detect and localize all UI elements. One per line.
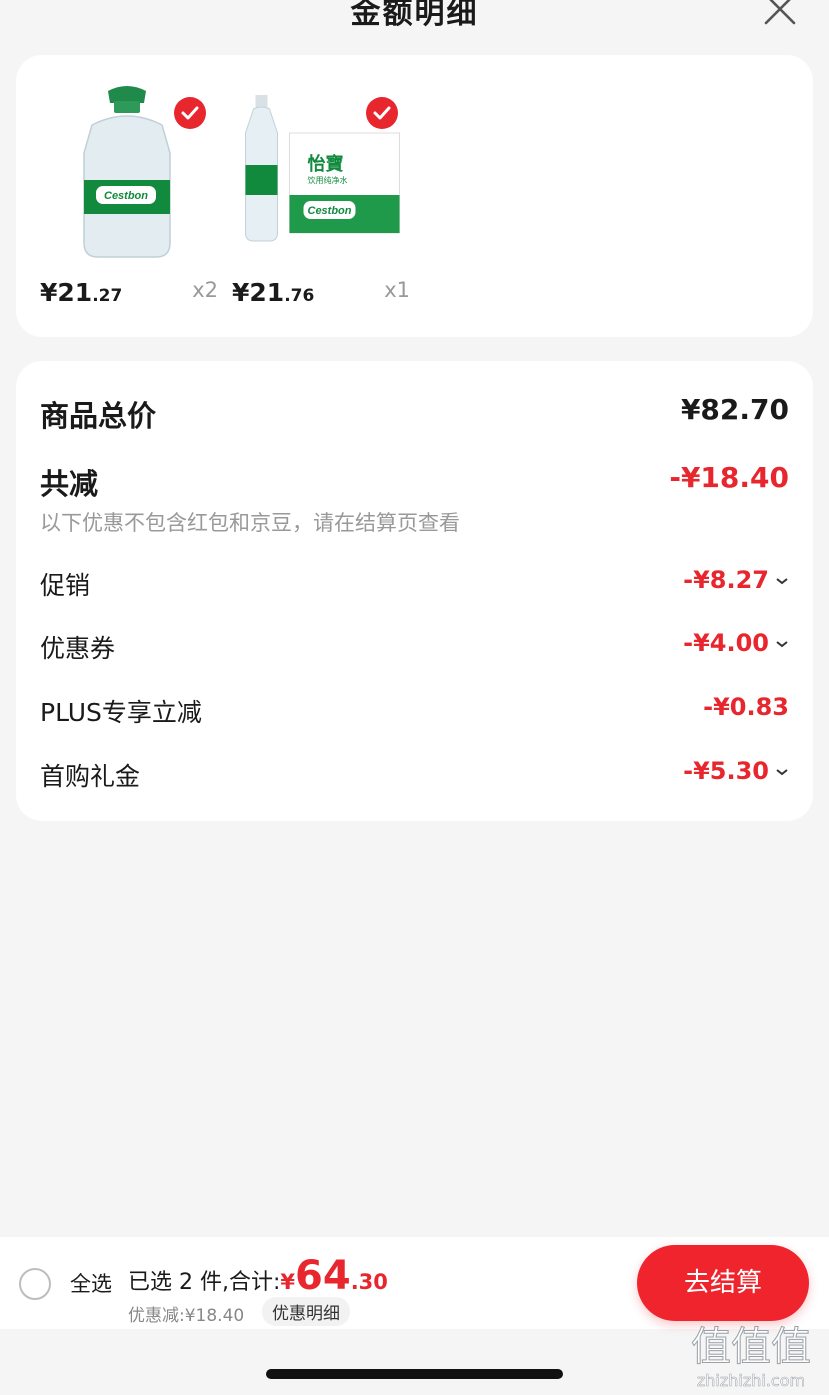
summary-prefix: 已选 2 件,合计: — [128, 1270, 281, 1295]
chevron-down-icon[interactable] — [775, 576, 789, 586]
product-price: ¥21.27 — [40, 278, 123, 307]
discount-detail-button[interactable]: 优惠明细 — [262, 1297, 350, 1326]
svg-text:zhizhizhi.com: zhizhizhi.com — [697, 1371, 805, 1390]
svg-text:Cestbon: Cestbon — [104, 190, 148, 202]
discount-value: -¥8.27 — [683, 566, 769, 594]
selected-check-icon[interactable] — [366, 97, 398, 129]
watermark-logo: 值值值 zhizhizhi.com — [691, 1324, 812, 1391]
total-currency: ¥ — [280, 1270, 296, 1294]
discount-label: 首购礼金 — [40, 762, 141, 791]
discount-value: -¥0.83 — [703, 693, 789, 721]
svg-text:怡寶: 怡寶 — [308, 153, 344, 174]
total-amount-int: 64 — [295, 1253, 351, 1299]
page-title: 金额明细 — [350, 0, 479, 31]
product-item[interactable]: Cestbon ¥21.27 x2 — [32, 85, 218, 325]
product-quantity: x1 — [384, 278, 410, 302]
close-icon[interactable] — [763, 0, 797, 26]
discount-label: 优惠券 — [40, 634, 116, 663]
checkout-button[interactable]: 去结算 — [637, 1245, 809, 1321]
discount-note: 以下优惠不包含红包和京豆，请在结算页查看 — [40, 511, 460, 535]
discount-value: -¥4.00 — [683, 629, 769, 657]
svg-text:值值值: 值值值 — [691, 1324, 811, 1370]
chevron-down-icon[interactable] — [775, 767, 789, 777]
selected-check-icon[interactable] — [174, 97, 206, 129]
discount-summary: 优惠减:¥18.40 — [128, 1306, 245, 1326]
chevron-down-icon[interactable] — [775, 639, 789, 649]
price-detail-card: 商品总价 ¥82.70 共减 -¥18.40 以下优惠不包含红包和京豆，请在结算… — [16, 361, 813, 821]
total-price-value: ¥82.70 — [680, 393, 789, 426]
total-amount-dec: .30 — [350, 1270, 388, 1294]
home-indicator — [266, 1369, 563, 1379]
select-all-radio[interactable] — [19, 1268, 51, 1300]
svg-text:Cestbon: Cestbon — [308, 205, 352, 217]
product-quantity: x2 — [192, 278, 218, 302]
discount-label: PLUS专享立减 — [40, 698, 202, 727]
product-price: ¥21.76 — [232, 278, 315, 307]
total-price-label: 商品总价 — [40, 399, 157, 433]
total-reduction-value: -¥18.40 — [669, 461, 789, 494]
product-item[interactable]: Cestbon 怡寶 饮用纯净水 ¥21.76 x1 — [224, 85, 410, 325]
discount-label: 促销 — [40, 571, 91, 600]
select-all-label[interactable]: 全选 — [70, 1268, 112, 1298]
svg-text:饮用纯净水: 饮用纯净水 — [308, 175, 348, 185]
discount-value: -¥5.30 — [683, 757, 769, 785]
order-summary: 已选 2 件,合计:¥64.30 — [128, 1253, 388, 1299]
products-card: Cestbon ¥21.27 x2 Cestbon 怡寶 饮用纯净水 ¥21.7… — [16, 55, 813, 337]
total-reduction-label: 共减 — [40, 467, 99, 501]
